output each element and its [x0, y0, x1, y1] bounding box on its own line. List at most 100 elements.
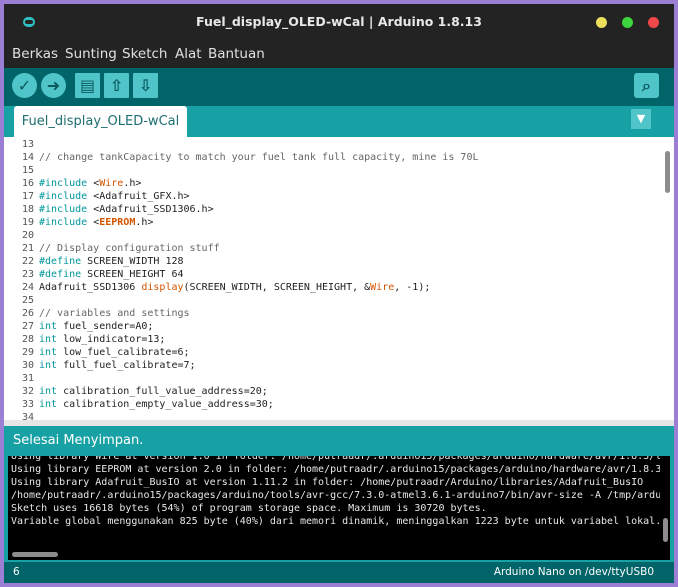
console-output[interactable]: Using library Wire at version 1.0 in fol… — [8, 456, 660, 550]
editor-vertical-scrollbar[interactable] — [660, 137, 674, 420]
code-token: < — [87, 178, 100, 189]
status-message: Selesai Menyimpan. — [4, 426, 674, 456]
code-line[interactable]: 23 #define SCREEN_HEIGHT 64 — [4, 268, 184, 281]
code-line[interactable]: 25 — [4, 294, 39, 307]
console-line: Sketch uses 16618 bytes (54%) of program… — [11, 503, 487, 514]
code-token: low_indicator=13; — [57, 334, 166, 345]
code-token: #include — [39, 191, 88, 202]
code-token: Adafruit_SSD1306 — [39, 282, 142, 293]
code-token: full_fuel_calibrate=7; — [57, 360, 196, 371]
line-number-label: 32 — [21, 386, 34, 397]
code-token: Wire — [370, 282, 395, 293]
line-number-label: 29 — [21, 347, 34, 358]
arrow-up-icon: ⇧ — [109, 76, 124, 95]
minimize-button[interactable] — [596, 17, 607, 28]
code-token: int — [39, 386, 58, 397]
code-token: < — [87, 217, 100, 228]
code-token: low_fuel_calibrate=6; — [57, 347, 190, 358]
console-line: Variable global menggunakan 825 byte (40… — [11, 516, 660, 527]
code-token: , -1); — [394, 282, 431, 293]
code-line[interactable]: 32 int calibration_full_value_address=20; — [4, 385, 268, 398]
code-token: (SCREEN_WIDTH, SCREEN_HEIGHT, & — [183, 282, 371, 293]
code-token: calibration_full_value_address=20; — [57, 386, 268, 397]
line-number-label: 18 — [21, 204, 34, 215]
arduino-ide-window: Fuel_display_OLED-wCal | Arduino 1.8.13 … — [4, 4, 674, 583]
bottom-status-bar: 6 Arduino Nano on /dev/ttyUSB0 — [4, 562, 674, 583]
code-token: int — [39, 360, 58, 371]
line-number-label: 13 — [21, 139, 34, 150]
code-token: #define — [39, 269, 82, 280]
code-line[interactable]: 34 — [4, 411, 39, 420]
line-number-label: 20 — [21, 230, 34, 241]
console-vertical-scrollbar[interactable] — [660, 456, 670, 550]
menu-bantuan[interactable]: Bantuan — [208, 40, 265, 68]
code-line[interactable]: 19 #include <EEPROM.h> — [4, 216, 153, 229]
arrow-right-icon: ➜ — [46, 76, 61, 95]
tab-fuel-display[interactable]: Fuel_display_OLED-wCal — [14, 106, 187, 137]
code-token: #include — [39, 217, 88, 228]
line-number-label: 22 — [21, 256, 34, 267]
upload-button[interactable]: ➜ — [41, 73, 66, 98]
menu-sketch[interactable]: Sketch — [122, 40, 167, 68]
save-sketch-button[interactable]: ⇩ — [133, 73, 158, 98]
code-token: Wire — [99, 178, 124, 189]
code-token: // Display configuration stuff — [39, 243, 220, 254]
code-line[interactable]: 16 #include <Wire.h> — [4, 177, 141, 190]
new-file-icon: ▤ — [79, 76, 96, 95]
code-token: int — [39, 321, 58, 332]
line-number-label: 27 — [21, 321, 34, 332]
code-token: #define — [39, 256, 82, 267]
line-number-label: 31 — [21, 373, 34, 384]
line-number-label: 28 — [21, 334, 34, 345]
new-sketch-button[interactable]: ▤ — [75, 73, 100, 98]
code-token: .h> — [123, 178, 142, 189]
code-line[interactable]: 13 — [4, 138, 39, 151]
line-number-label: 15 — [21, 165, 34, 176]
code-line[interactable]: 18 #include <Adafruit_SSD1306.h> — [4, 203, 214, 216]
code-line[interactable]: 24 Adafruit_SSD1306 display(SCREEN_WIDTH,… — [4, 281, 430, 294]
code-line[interactable]: 31 — [4, 372, 39, 385]
line-number-label: 33 — [21, 399, 34, 410]
menu-alat[interactable]: Alat — [175, 40, 202, 68]
arrow-down-icon: ⇩ — [138, 76, 153, 95]
menu-berkas[interactable]: Berkas — [12, 40, 58, 68]
code-token: // change tankCapacity to match your fue… — [39, 152, 479, 163]
code-line[interactable]: 30 int full_fuel_calibrate=7; — [4, 359, 196, 372]
editor-scroll-thumb[interactable] — [665, 151, 670, 193]
code-line[interactable]: 17 #include <Adafruit_GFX.h> — [4, 190, 190, 203]
line-number-label: 21 — [21, 243, 34, 254]
line-number-label: 23 — [21, 269, 34, 280]
code-line[interactable]: 28 int low_indicator=13; — [4, 333, 165, 346]
code-token: int — [39, 334, 58, 345]
triangle-down-icon: ▼ — [636, 112, 646, 125]
line-number-label: 26 — [21, 308, 34, 319]
code-line[interactable]: 27 int fuel_sender=A0; — [4, 320, 153, 333]
code-line[interactable]: 21 // Display configuration stuff — [4, 242, 220, 255]
code-line[interactable]: 22 #define SCREEN_WIDTH 128 — [4, 255, 184, 268]
code-line[interactable]: 33 int calibration_empty_value_address=30… — [4, 398, 274, 411]
code-line[interactable]: 20 — [4, 229, 39, 242]
line-number-label: 30 — [21, 360, 34, 371]
line-number-label: 16 — [21, 178, 34, 189]
close-button[interactable] — [648, 17, 659, 28]
code-area[interactable]: 13 14 // change tankCapacity to match your… — [4, 137, 660, 420]
code-token: SCREEN_HEIGHT 64 — [81, 269, 184, 280]
board-port-info: Arduino Nano on /dev/ttyUSB0 — [493, 566, 654, 578]
menu-sunting[interactable]: Sunting — [65, 40, 117, 68]
maximize-button[interactable] — [622, 17, 633, 28]
line-number: 6 — [13, 566, 20, 578]
menu-bar: Berkas Sunting Sketch Alat Bantuan — [4, 40, 674, 68]
verify-button[interactable]: ✓ — [12, 73, 37, 98]
code-line[interactable]: 29 int low_fuel_calibrate=6; — [4, 346, 190, 359]
code-line[interactable]: 14 // change tankCapacity to match your f… — [4, 151, 479, 164]
code-editor[interactable]: 13 14 // change tankCapacity to match your… — [4, 137, 674, 420]
console-horizontal-scrollbar[interactable] — [8, 550, 670, 560]
console-hscroll-thumb[interactable] — [12, 552, 58, 557]
open-sketch-button[interactable]: ⇧ — [104, 73, 129, 98]
serial-monitor-button[interactable]: ⌕ — [634, 73, 659, 98]
console-scroll-thumb[interactable] — [663, 518, 668, 542]
tab-menu-button[interactable]: ▼ — [631, 109, 651, 129]
code-line[interactable]: 15 — [4, 164, 39, 177]
code-line[interactable]: 26 // variables and settings — [4, 307, 190, 320]
console-line: Using library EEPROM at version 2.0 in f… — [11, 464, 660, 475]
